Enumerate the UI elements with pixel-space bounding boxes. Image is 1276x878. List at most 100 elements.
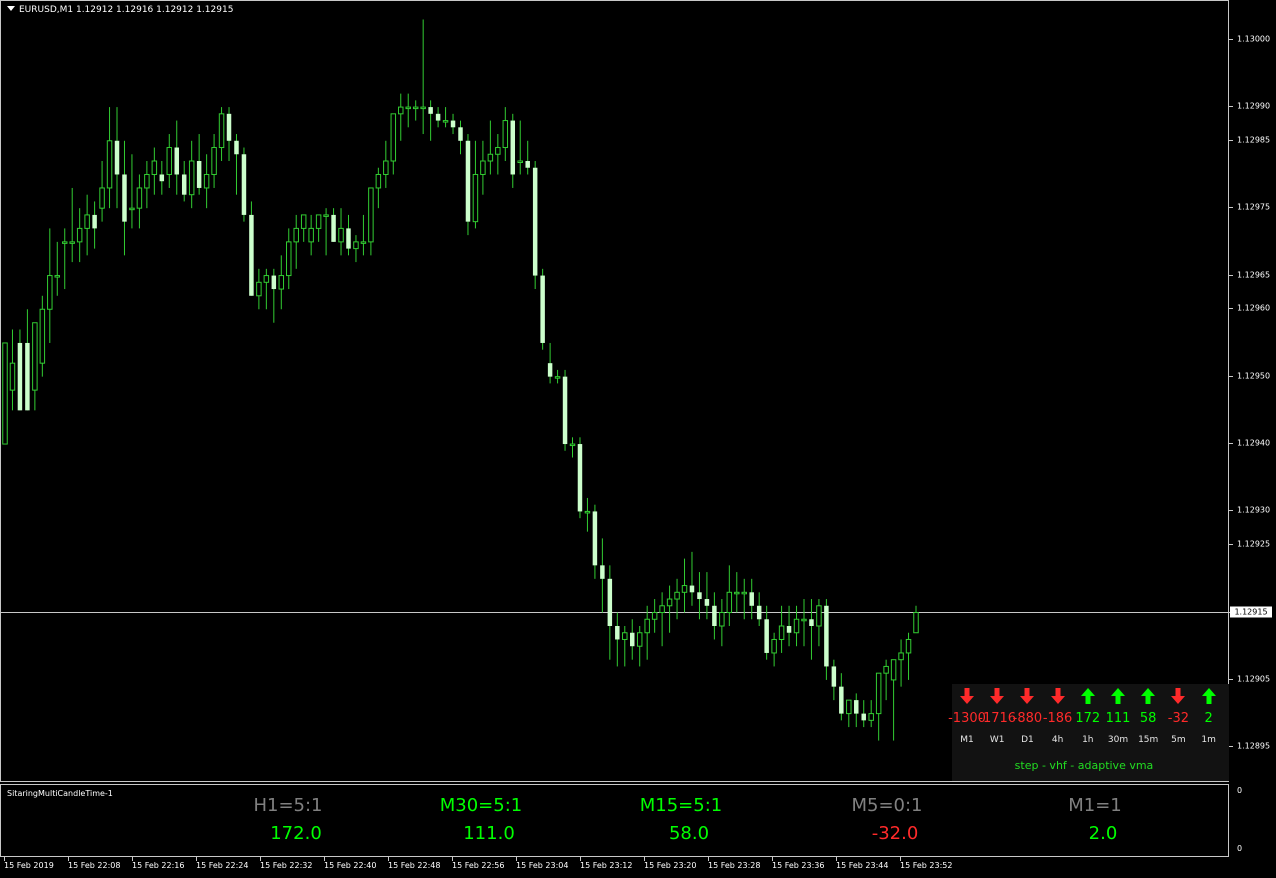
time-label: 15 Feb 22:56 xyxy=(452,861,505,870)
subwindow-axis: 0 0 xyxy=(1229,784,1276,857)
candle xyxy=(136,174,143,229)
candle xyxy=(592,504,598,579)
arrow-down-icon xyxy=(990,688,1005,704)
candle xyxy=(32,322,38,411)
arrow-up-icon xyxy=(1111,688,1125,704)
candle-body xyxy=(25,342,30,411)
time-axis[interactable]: 15 Feb 2019 15 Feb 22:08 15 Feb 22:16 15 Fe… xyxy=(0,857,1229,878)
candle-body xyxy=(92,214,97,229)
candle-body xyxy=(226,113,232,141)
candle-body xyxy=(831,666,837,687)
candle xyxy=(801,599,807,647)
candle xyxy=(600,538,605,613)
candle-body xyxy=(435,113,441,121)
candle xyxy=(793,605,800,647)
candle-body xyxy=(562,376,568,445)
candle xyxy=(211,134,217,188)
current-price-label: 1.12915 xyxy=(1230,606,1272,618)
candle xyxy=(569,437,576,458)
candle xyxy=(502,107,509,161)
candle-body xyxy=(839,686,844,714)
candle-body xyxy=(704,599,710,606)
candle-body xyxy=(271,275,277,290)
candle xyxy=(495,134,501,175)
mtf-panel-caption: step - vhf - adaptive vma xyxy=(1014,759,1154,772)
arrow-up-icon xyxy=(1080,688,1095,704)
arrow-down-icon xyxy=(1050,688,1065,704)
candle xyxy=(480,140,486,195)
candle-body xyxy=(913,612,919,634)
candle xyxy=(226,107,232,161)
candle-body xyxy=(861,713,866,721)
candle-body xyxy=(898,652,904,661)
candle xyxy=(883,659,889,701)
candle-body xyxy=(502,120,509,149)
price-tick xyxy=(1229,678,1233,680)
candle xyxy=(2,342,8,445)
indicator-subwindow[interactable]: SitaringMultiCandleTime-1 H1=5:1 172.0 M30… xyxy=(0,784,1229,857)
candle xyxy=(734,572,740,613)
candle-body xyxy=(734,591,740,595)
candle xyxy=(622,626,628,667)
candle-body xyxy=(651,612,658,620)
candle-body xyxy=(674,591,680,600)
mtf-timeframe: 30m xyxy=(1107,735,1129,745)
candle-body xyxy=(778,625,785,640)
candle-body xyxy=(472,173,479,223)
candle-body xyxy=(203,173,210,189)
candle xyxy=(607,565,613,660)
main-chart-area[interactable]: EURUSD,M1 1.12912 1.12916 1.12912 1.1291… xyxy=(0,0,1230,782)
candle xyxy=(532,161,538,290)
candle-body xyxy=(300,214,307,229)
candle xyxy=(405,93,411,128)
timer-value: 172.0 xyxy=(270,823,322,844)
candle-body xyxy=(2,342,8,445)
candle xyxy=(69,187,75,263)
arrow-up-icon xyxy=(1201,688,1216,704)
candle xyxy=(644,605,650,660)
candle xyxy=(674,578,680,620)
candle xyxy=(92,201,97,249)
candle-body xyxy=(99,187,105,209)
candle xyxy=(159,161,165,195)
candle-body xyxy=(801,618,807,622)
candle xyxy=(234,134,239,195)
candle xyxy=(17,329,23,411)
candle xyxy=(786,605,792,647)
candle-body xyxy=(764,619,769,653)
candle-body xyxy=(346,228,351,249)
chart-header: EURUSD,M1 1.12912 1.12916 1.12912 1.1291… xyxy=(7,5,233,15)
price-label: 1.13000 xyxy=(1237,34,1271,44)
candle-body xyxy=(136,187,143,209)
candle xyxy=(203,154,210,209)
candle xyxy=(809,599,814,660)
candle xyxy=(188,140,195,209)
candle-body xyxy=(218,113,225,149)
timer-value: 111.0 xyxy=(463,823,515,844)
candle xyxy=(300,214,307,242)
price-label: 1.12975 xyxy=(1237,202,1271,212)
price-label: 1.12950 xyxy=(1237,371,1271,381)
candle xyxy=(681,558,688,613)
candle-body xyxy=(584,510,591,514)
time-label: 15 Feb 22:48 xyxy=(388,861,441,870)
candle-body xyxy=(293,227,299,243)
candle xyxy=(689,551,695,606)
mtf-timeframe: W1 xyxy=(989,735,1005,745)
candle-body xyxy=(144,173,150,189)
candle xyxy=(84,194,90,256)
mtf-timeframe: D1 xyxy=(1021,735,1034,745)
candle xyxy=(824,599,829,680)
candle xyxy=(442,107,449,128)
price-label: 1.12905 xyxy=(1237,674,1271,684)
price-label: 1.12895 xyxy=(1237,741,1271,751)
candle xyxy=(875,672,882,741)
candle-body xyxy=(174,147,179,175)
chart-menu-triangle-icon[interactable] xyxy=(7,6,15,11)
candle xyxy=(839,673,844,721)
price-axis[interactable]: 1.13000 1.12990 1.12985 1.12975 1.12965 1.129… xyxy=(1229,0,1276,782)
time-label: 15 Feb 22:24 xyxy=(196,861,249,870)
arrow-up-icon xyxy=(1141,688,1156,704)
arrow-down-icon xyxy=(960,688,974,704)
candle-body xyxy=(510,120,516,175)
